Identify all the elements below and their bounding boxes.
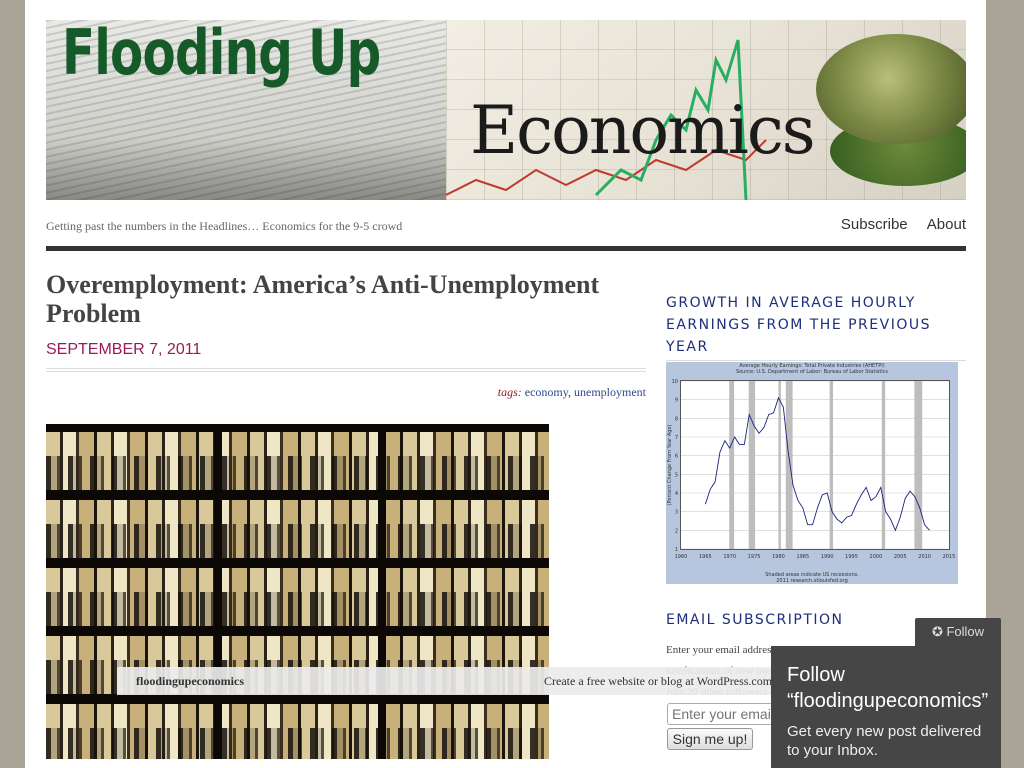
x-tick-label: 1960: [675, 554, 688, 560]
y-tick-label: 6: [675, 454, 678, 460]
header-rule: [46, 246, 966, 251]
newspaper-image: Flooding Up: [46, 20, 446, 200]
recession-band: [829, 381, 834, 549]
plot-area: [680, 380, 950, 550]
x-tick-label: 1965: [699, 554, 712, 560]
y-tick-label: 2: [675, 528, 678, 534]
series-line: [704, 396, 930, 532]
post-tags: tags: economy, unemployment: [498, 385, 646, 400]
follow-popup: Follow “floodingupeconomics” Get every n…: [771, 646, 1001, 768]
follow-text: Get every new post delivered to your Inb…: [787, 723, 982, 759]
coin-image: [816, 34, 966, 144]
y-tick-label: 1: [675, 547, 678, 553]
y-tick-label: 5: [675, 472, 678, 478]
site-title[interactable]: Flooding Up: [62, 20, 381, 89]
recession-band: [748, 381, 756, 549]
y-axis-label: (Percent Change From Year Ago): [667, 425, 673, 506]
nav-about[interactable]: About: [927, 216, 966, 233]
tag-link-economy[interactable]: economy: [525, 385, 568, 399]
x-tick-label: 2015: [943, 554, 956, 560]
site-tagline: Getting past the numbers in the Headline…: [46, 219, 403, 233]
email-widget-title: EMAIL SUBSCRIPTION: [666, 612, 844, 628]
footer-create-link[interactable]: Create a free website or blog at WordPre…: [544, 674, 775, 689]
sign-me-up-button[interactable]: Sign me up!: [667, 728, 753, 750]
y-tick-label: 8: [675, 416, 678, 422]
post-date: SEPTEMBER 7, 2011: [46, 341, 202, 358]
y-tick-label: 7: [675, 435, 678, 441]
chart-footnote-2: 2011 research.stlouisfed.org: [776, 578, 848, 584]
chart-subtitle: Source: U.S. Department of Labor: Bureau…: [735, 369, 889, 375]
header-banner[interactable]: Flooding Up Economics: [46, 20, 966, 200]
banner-word: Economics: [470, 92, 816, 169]
tags-label: tags:: [497, 385, 522, 399]
x-tick-label: 1975: [748, 554, 761, 560]
earnings-chart[interactable]: Average Hourly Earnings: Total Private I…: [666, 362, 958, 584]
x-tick-label: 1980: [772, 554, 785, 560]
recession-band: [729, 381, 735, 549]
recession-band: [914, 381, 923, 549]
footer-site-link[interactable]: floodingupeconomics: [136, 674, 244, 689]
follow-plus-icon: ✪: [931, 624, 943, 639]
follow-heading: Follow “floodingupeconomics”: [787, 664, 989, 712]
main-nav: Subscribe About: [826, 216, 966, 233]
recession-band: [881, 381, 886, 549]
post-title[interactable]: Overemployment: America’s Anti-Unemploym…: [46, 270, 646, 328]
nav-subscribe[interactable]: Subscribe: [841, 216, 908, 233]
x-tick-label: 2005: [894, 554, 907, 560]
y-tick-label: 10: [672, 379, 678, 385]
recession-band: [785, 381, 793, 549]
tag-link-unemployment[interactable]: unemployment: [574, 385, 646, 399]
x-tick-label: 1970: [723, 554, 736, 560]
y-tick-label: 4: [675, 491, 678, 497]
x-tick-label: 1990: [821, 554, 834, 560]
x-tick-label: 2000: [870, 554, 883, 560]
tag-separator: ,: [568, 385, 571, 399]
chart-svg: [681, 380, 949, 550]
y-tick-label: 3: [675, 510, 678, 516]
finance-image: Economics: [446, 20, 966, 200]
post-image-office-building[interactable]: [46, 424, 549, 759]
x-tick-label: 2010: [918, 554, 931, 560]
follow-label: Follow: [946, 624, 985, 639]
chart-widget-title: GROWTH IN AVERAGE HOURLY EARNINGS FROM T…: [666, 295, 931, 355]
x-tick-label: 1985: [796, 554, 809, 560]
date-divider: [46, 368, 646, 372]
recession-band: [778, 381, 781, 549]
wordpress-footer-bar: floodingupeconomics Create a free websit…: [117, 667, 777, 695]
y-tick-label: 9: [675, 398, 678, 404]
x-tick-label: 1995: [845, 554, 858, 560]
follow-button[interactable]: ✪ Follow: [915, 618, 1001, 646]
